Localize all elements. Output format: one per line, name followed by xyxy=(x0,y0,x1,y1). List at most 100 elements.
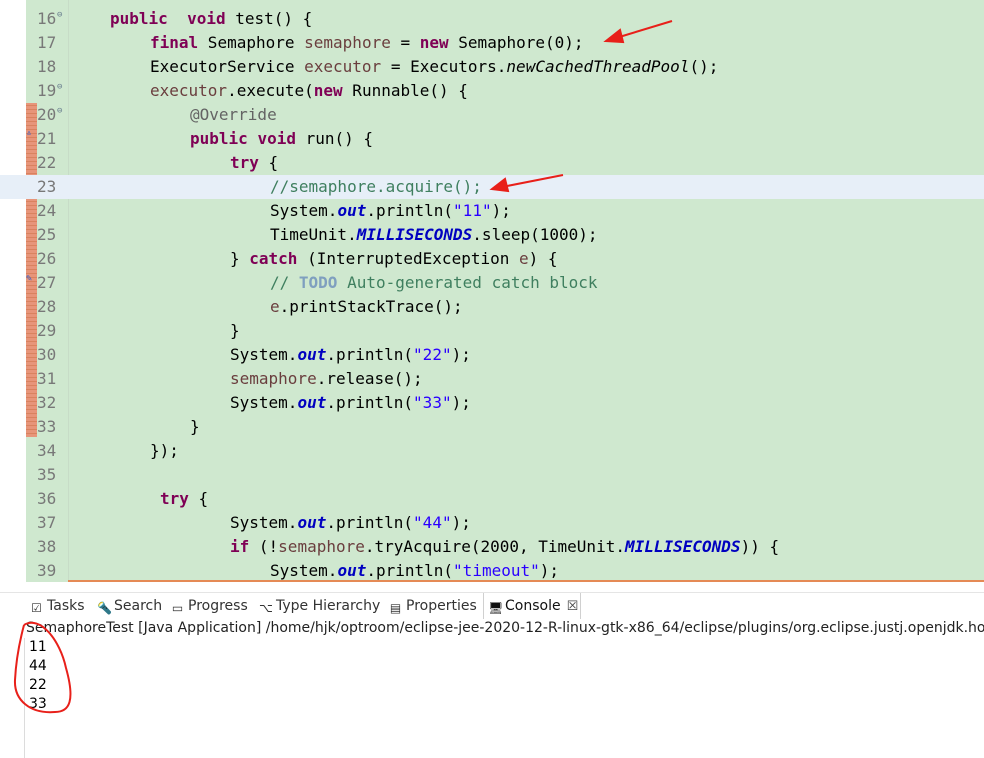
line-number: 38 xyxy=(37,537,57,556)
tab-tasks[interactable]: ☑ Tasks xyxy=(30,593,85,619)
type-hierarchy-icon: ⌥ xyxy=(259,601,273,615)
tab-label: Tasks xyxy=(47,598,85,614)
code-line[interactable]: 22 try { xyxy=(0,151,984,175)
code-line[interactable]: 27 // TODO Auto-generated catch block xyxy=(0,271,984,295)
code-line[interactable]: 21 public void run() { xyxy=(0,127,984,151)
code-text: } xyxy=(230,321,240,340)
code-line[interactable]: 20 ⊖ @Override xyxy=(0,103,984,127)
code-text: }); xyxy=(150,441,179,460)
console-output-line: 33 xyxy=(29,696,47,712)
code-text: executor.execute(new Runnable() { xyxy=(150,81,468,100)
progress-icon: ▭ xyxy=(171,601,184,615)
tab-console[interactable]: 🖥 Console ☒ xyxy=(483,593,581,619)
code-text: e.printStackTrace(); xyxy=(270,297,463,316)
code-editor[interactable]: 16 ⊖ public void test() { 17 final Semaphore… xyxy=(0,0,984,582)
console-output-line: 11 xyxy=(29,639,47,655)
line-number: 21 xyxy=(37,129,57,148)
override-marker-icon: ▵ xyxy=(26,127,33,138)
code-line[interactable]: 34}); xyxy=(0,439,984,463)
view-tab-bar: ☑ Tasks 🔦 Search ▭ Progress ⌥ Type Hierarchy ▤ Pr… xyxy=(0,592,984,619)
fold-toggle-icon[interactable]: ⊖ xyxy=(57,99,62,123)
code-text: // TODO Auto-generated catch block xyxy=(270,273,598,292)
line-number: 28 xyxy=(37,297,57,316)
tab-properties[interactable]: ▤ Properties xyxy=(389,593,477,619)
search-icon: 🔦 xyxy=(97,601,112,615)
line-number: 27 xyxy=(37,273,57,292)
code-text: } xyxy=(190,417,200,436)
code-line[interactable]: 24 System.out.println("11"); xyxy=(0,199,984,223)
code-text: public void test() { xyxy=(110,9,313,28)
line-number: 23 xyxy=(37,177,57,196)
code-line[interactable]: 29} xyxy=(0,319,984,343)
line-number: 25 xyxy=(37,225,57,244)
code-text: //semaphore.acquire(); xyxy=(270,177,482,196)
tab-label: Search xyxy=(114,598,163,614)
code-text: public void run() { xyxy=(190,129,374,148)
line-number: 22 xyxy=(37,153,57,172)
code-text: System.out.println("33"); xyxy=(230,393,471,412)
code-text: try { xyxy=(230,153,279,172)
console-process-label: SemaphoreTest [Java Application] /home/h… xyxy=(26,620,984,636)
tab-search[interactable]: 🔦 Search xyxy=(97,593,162,619)
console-output-line: 22 xyxy=(29,677,47,693)
line-number: 37 xyxy=(37,513,57,532)
close-tab-icon[interactable]: ☒ xyxy=(567,599,579,614)
line-number: 35 xyxy=(37,465,57,484)
tab-label: Properties xyxy=(406,598,477,614)
line-number: 32 xyxy=(37,393,57,412)
line-number: 30 xyxy=(37,345,57,364)
code-line[interactable]: 33} xyxy=(0,415,984,439)
console-icon: 🖥 xyxy=(488,601,504,615)
console-output-line: 44 xyxy=(29,658,47,674)
task-marker-icon: ✎ xyxy=(26,273,33,284)
line-number: 34 xyxy=(37,441,57,460)
fold-toggle-icon[interactable]: ⊖ xyxy=(57,3,62,27)
editor-bottom-border xyxy=(68,580,984,582)
tab-label: Progress xyxy=(188,598,248,614)
tab-type-hierarchy[interactable]: ⌥ Type Hierarchy xyxy=(259,593,380,619)
code-line[interactable]: 25 TimeUnit.MILLISECONDS.sleep(1000); xyxy=(0,223,984,247)
code-line[interactable]: 19 ⊖ executor.execute(new Runnable() { xyxy=(0,79,984,103)
code-text: System.out.println("timeout"); xyxy=(270,561,560,580)
code-line[interactable]: 31 semaphore.release(); xyxy=(0,367,984,391)
properties-icon: ▤ xyxy=(389,601,402,615)
code-line[interactable]: 37 System.out.println("44"); xyxy=(0,511,984,535)
code-line[interactable]: 23 //semaphore.acquire(); xyxy=(0,175,984,199)
line-number: 31 xyxy=(37,369,57,388)
code-line[interactable]: 26 } catch (InterruptedException e) { xyxy=(0,247,984,271)
code-text: if (!semaphore.tryAcquire(2000, TimeUnit… xyxy=(230,537,780,556)
fold-toggle-icon[interactable]: ⊖ xyxy=(57,75,62,99)
code-line[interactable]: 32 System.out.println("33"); xyxy=(0,391,984,415)
line-number: 17 xyxy=(37,33,57,52)
tasks-icon: ☑ xyxy=(31,601,42,615)
code-line[interactable]: 18 ExecutorService executor = Executors.n… xyxy=(0,55,984,79)
code-text: @Override xyxy=(190,105,277,124)
code-text: ExecutorService executor = Executors.new… xyxy=(150,57,719,76)
tab-label: Type Hierarchy xyxy=(276,598,381,614)
line-number: 29 xyxy=(37,321,57,340)
code-text: try { xyxy=(160,489,209,508)
code-text: } catch (InterruptedException e) { xyxy=(230,249,558,268)
code-line[interactable]: 36 try { xyxy=(0,487,984,511)
code-line[interactable]: 17 final Semaphore semaphore = new Semaph… xyxy=(0,31,984,55)
code-text: System.out.println("44"); xyxy=(230,513,471,532)
code-text: TimeUnit.MILLISECONDS.sleep(1000); xyxy=(270,225,598,244)
code-text: System.out.println("11"); xyxy=(270,201,511,220)
line-number: 33 xyxy=(37,417,57,436)
tab-progress[interactable]: ▭ Progress xyxy=(171,593,248,619)
line-number: 39 xyxy=(37,561,57,580)
line-number: 26 xyxy=(37,249,57,268)
code-line[interactable]: 16 ⊖ public void test() { xyxy=(0,7,984,31)
code-line[interactable]: 39 System.out.println("timeout"); xyxy=(0,559,984,582)
code-text: System.out.println("22"); xyxy=(230,345,471,364)
line-number: 36 xyxy=(37,489,57,508)
code-line[interactable]: 30 System.out.println("22"); xyxy=(0,343,984,367)
code-line[interactable]: 28 e.printStackTrace(); xyxy=(0,295,984,319)
code-text: semaphore.release(); xyxy=(230,369,423,388)
tab-label: Console xyxy=(505,598,561,614)
code-line[interactable]: 35 xyxy=(0,463,984,487)
code-text: final Semaphore semaphore = new Semaphor… xyxy=(150,33,584,52)
console-output-area[interactable]: 11 44 22 33 xyxy=(24,638,984,758)
line-number: 24 xyxy=(37,201,57,220)
code-line[interactable]: 38 if (!semaphore.tryAcquire(2000, TimeUn… xyxy=(0,535,984,559)
